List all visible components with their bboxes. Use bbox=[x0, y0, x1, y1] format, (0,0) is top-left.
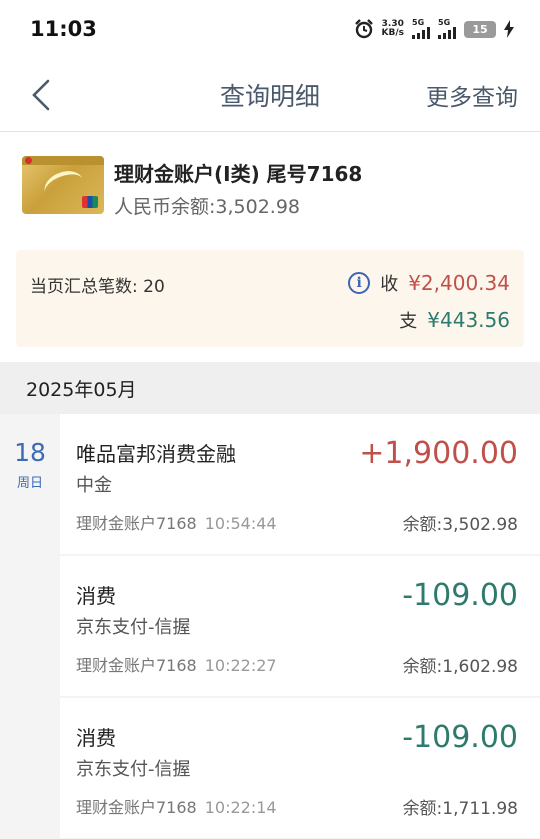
bank-card-image bbox=[22, 156, 104, 214]
signal-label: 5G bbox=[438, 18, 451, 27]
transaction-counterparty: 中金 bbox=[76, 475, 112, 496]
transaction-account: 理财金账户7168 10:54:44 bbox=[76, 510, 277, 534]
date-column: 18 周日 bbox=[0, 414, 60, 839]
transaction-time: 10:54:44 bbox=[204, 514, 277, 533]
battery-icon: 15 bbox=[464, 20, 496, 38]
status-bar: 11:03 3.30 KB/s 5G 5G 15 bbox=[0, 0, 540, 58]
transaction-time: 10:22:14 bbox=[204, 798, 277, 817]
account-info[interactable]: 理财金账户(Ⅰ类) 尾号7168 人民币余额:3,502.98 bbox=[22, 152, 522, 224]
transaction-item[interactable]: 消费 京东支付-信握 理财金账户7168 10:22:14 -109.00 余额:… bbox=[60, 698, 540, 838]
transaction-title: 消费 bbox=[76, 726, 116, 750]
bank-logo-icon bbox=[25, 157, 32, 164]
transaction-time: 10:22:27 bbox=[204, 656, 277, 675]
alarm-icon bbox=[354, 19, 373, 39]
summary-count: 当页汇总笔数: 20 bbox=[30, 277, 165, 297]
status-icons: 3.30 KB/s 5G 5G 15 bbox=[354, 19, 514, 39]
network-speed-unit: KB/s bbox=[381, 28, 404, 38]
charging-icon bbox=[504, 20, 514, 38]
transaction-account-name: 理财金账户7168 bbox=[76, 514, 197, 533]
transaction-counterparty: 京东支付-信握 bbox=[76, 759, 191, 780]
transaction-title: 消费 bbox=[76, 584, 116, 608]
month-header: 2025年05月 bbox=[0, 362, 540, 414]
day-number: 18 bbox=[14, 438, 46, 467]
signal-icon: 5G bbox=[412, 19, 430, 39]
transaction-item[interactable]: 消费 京东支付-信握 理财金账户7168 10:22:27 -109.00 余额:… bbox=[60, 556, 540, 696]
day-weekday: 周日 bbox=[16, 476, 43, 491]
transaction-amount: -109.00 bbox=[402, 720, 518, 755]
info-icon[interactable]: i bbox=[348, 272, 371, 294]
transaction-list: 18 周日 唯品富邦消费金融 中金 理财金账户7168 10:54:44 +1,9… bbox=[0, 414, 540, 839]
transaction-balance: 余额:3,502.98 bbox=[402, 515, 518, 535]
network-speed: 3.30 KB/s bbox=[382, 20, 404, 38]
transaction-account-name: 理财金账户7168 bbox=[76, 798, 197, 817]
transaction-balance: 余额:1,711.98 bbox=[402, 799, 518, 819]
summary-income: i 收 ¥2,400.34 bbox=[348, 270, 510, 296]
signal-icon: 5G bbox=[438, 19, 456, 39]
more-query-button[interactable]: 更多查询 bbox=[426, 78, 518, 112]
transaction-amount: -109.00 bbox=[402, 578, 518, 613]
summary-expense: 支 ¥443.56 bbox=[399, 307, 510, 333]
transaction-account-name: 理财金账户7168 bbox=[76, 656, 197, 675]
transaction-account: 理财金账户7168 10:22:14 bbox=[76, 794, 277, 818]
transaction-counterparty: 京东支付-信握 bbox=[76, 617, 191, 638]
transaction-account: 理财金账户7168 10:22:27 bbox=[76, 652, 277, 676]
income-label: 收 bbox=[380, 274, 399, 295]
nav-bar: 查询明细 更多查询 bbox=[0, 58, 540, 132]
back-button[interactable] bbox=[28, 78, 58, 112]
status-time: 11:03 bbox=[30, 17, 97, 41]
chevron-left-icon bbox=[32, 79, 50, 111]
signal-label: 5G bbox=[412, 18, 425, 27]
page-summary: 当页汇总笔数: 20 i 收 ¥2,400.34 支 ¥443.56 bbox=[16, 250, 524, 347]
income-amount: ¥2,400.34 bbox=[408, 271, 510, 295]
transaction-amount: +1,900.00 bbox=[359, 436, 518, 471]
month-label: 2025年05月 bbox=[26, 378, 137, 401]
unionpay-logo-icon bbox=[82, 196, 98, 208]
transaction-item[interactable]: 唯品富邦消费金融 中金 理财金账户7168 10:54:44 +1,900.00 … bbox=[60, 414, 540, 554]
account-balance: 人民币余额:3,502.98 bbox=[114, 196, 301, 218]
expense-label: 支 bbox=[399, 311, 418, 332]
transaction-balance: 余额:1,602.98 bbox=[402, 657, 518, 677]
account-name: 理财金账户(Ⅰ类) 尾号7168 bbox=[114, 162, 363, 186]
transaction-title: 唯品富邦消费金融 bbox=[76, 442, 236, 466]
battery-level: 15 bbox=[472, 22, 488, 36]
expense-amount: ¥443.56 bbox=[427, 308, 510, 332]
